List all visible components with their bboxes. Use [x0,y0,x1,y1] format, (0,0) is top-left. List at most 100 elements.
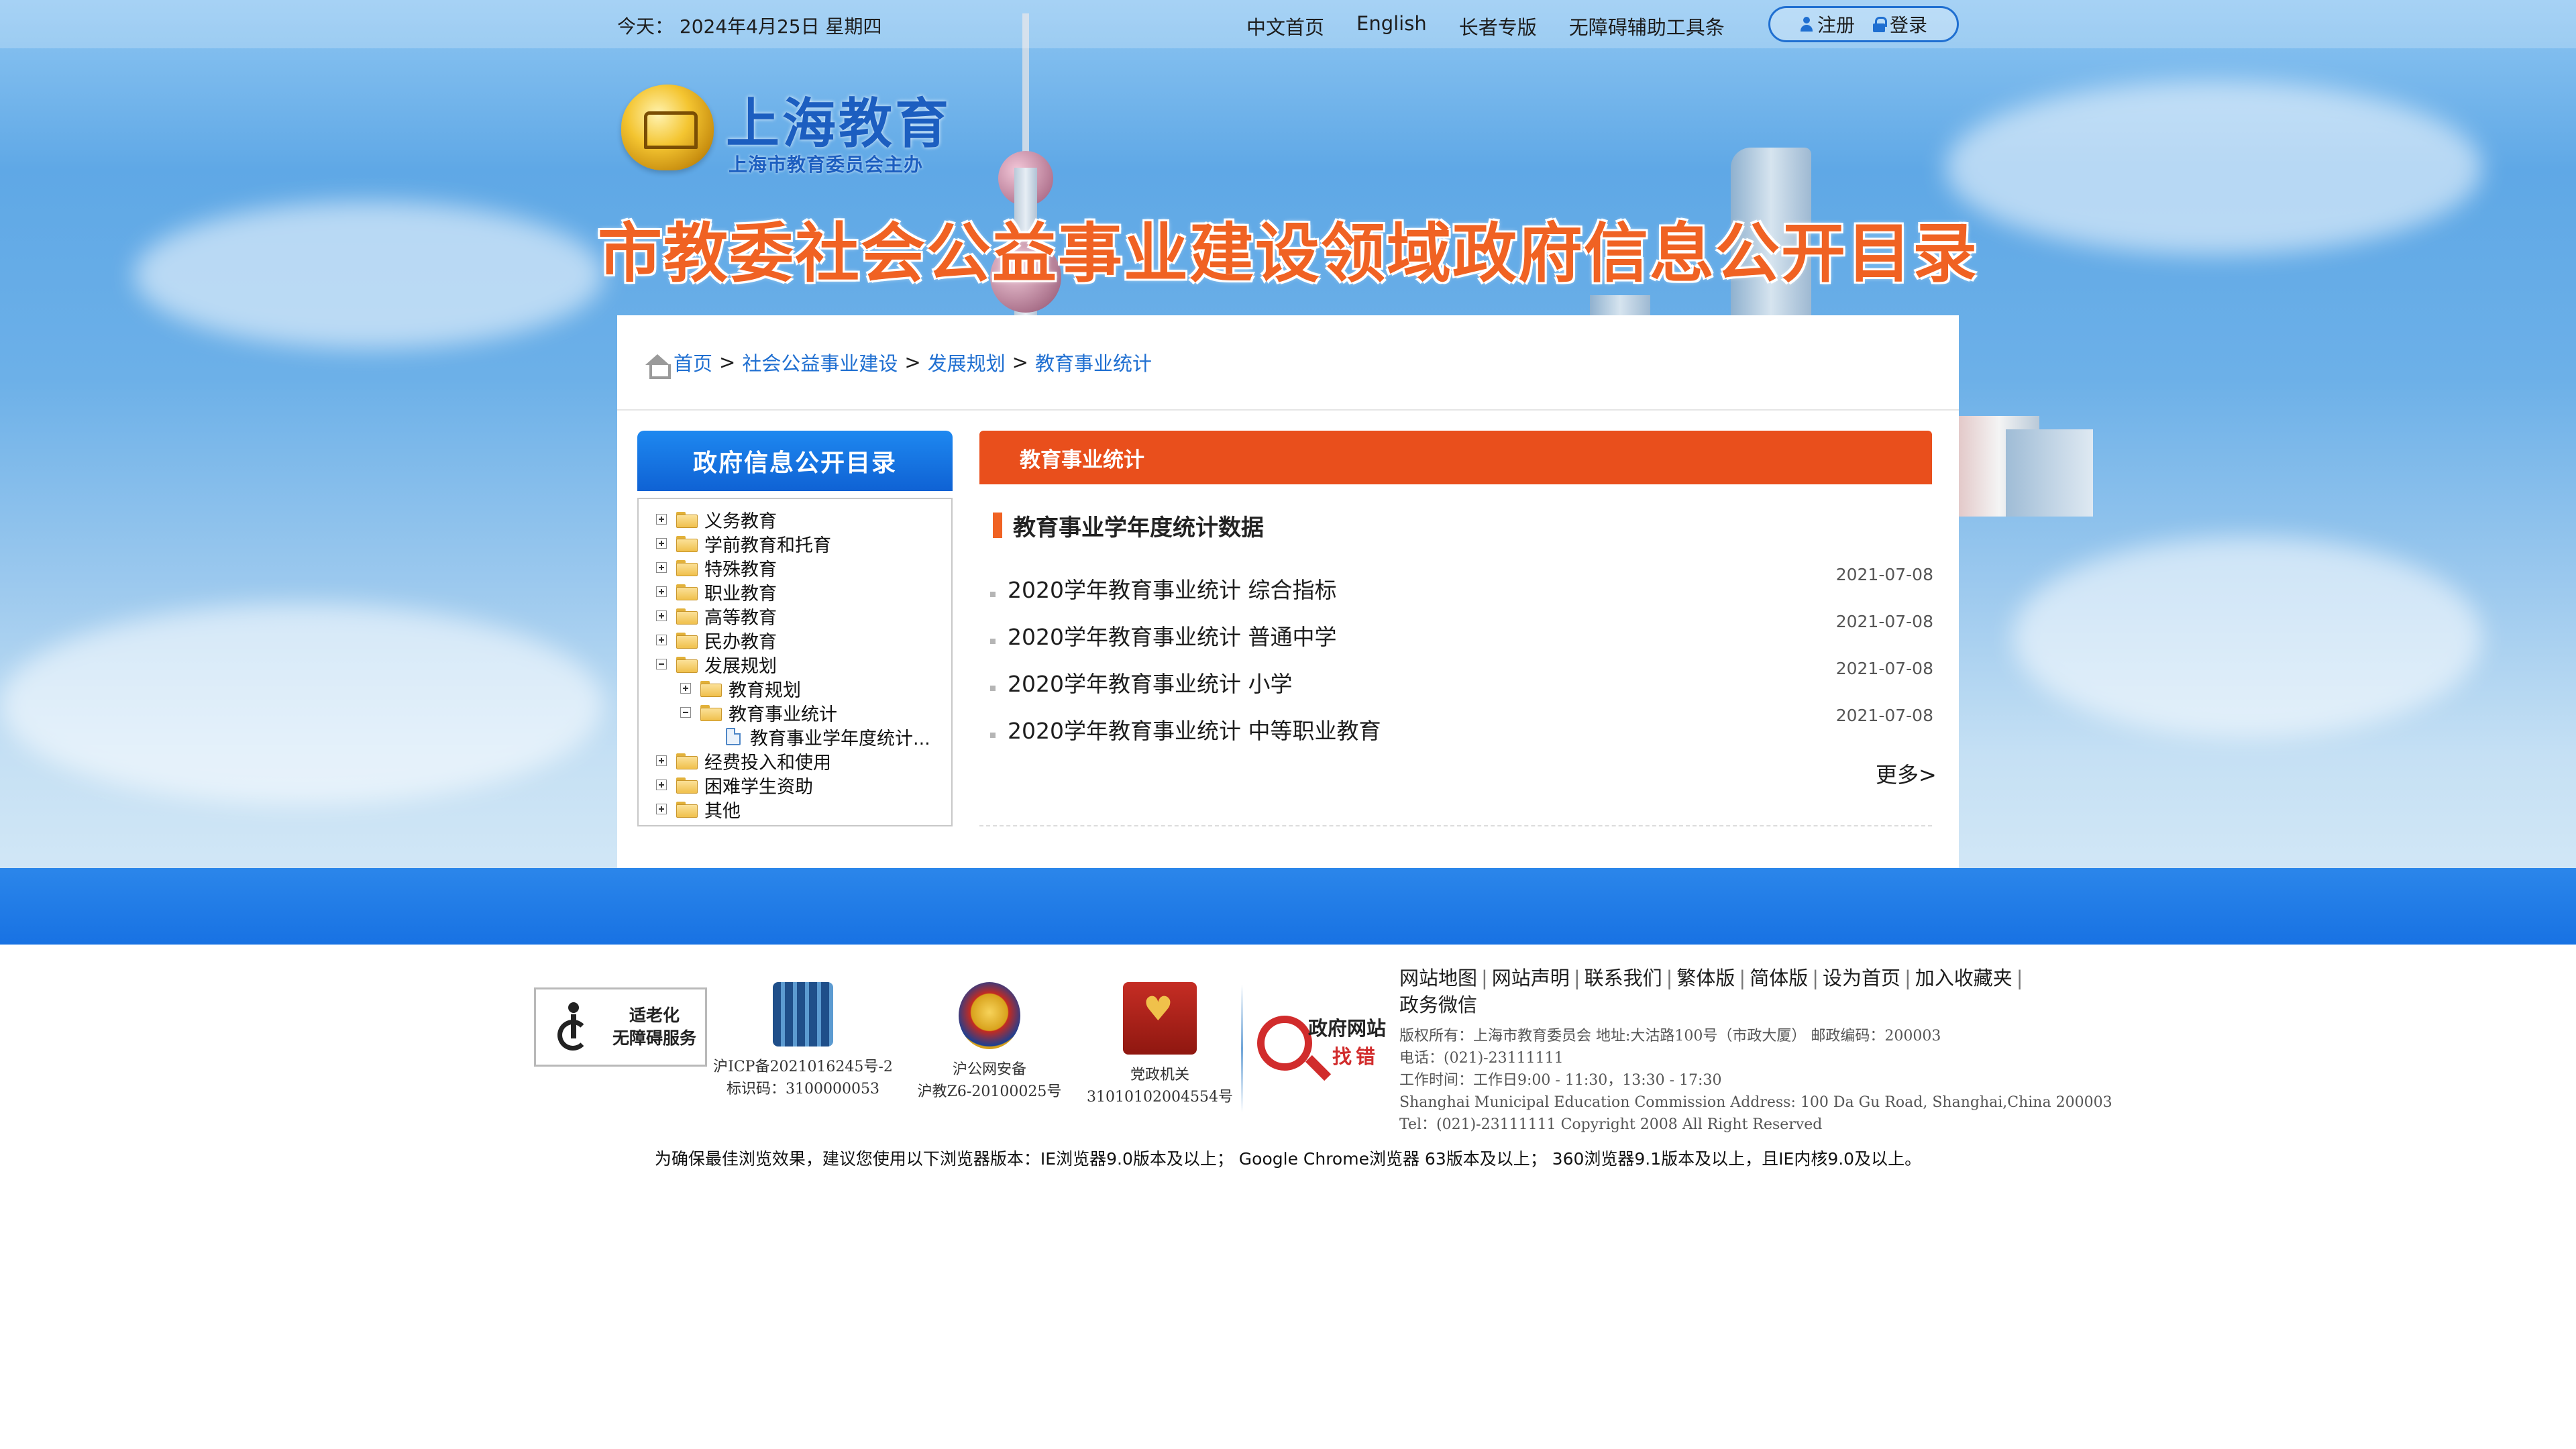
folder-icon [676,560,698,576]
police-record[interactable]: 沪公网安备 沪教Z6-20100025号 [892,982,1087,1103]
footer-link-wechat[interactable]: 政务微信 [1399,994,1477,1016]
building [1590,295,1650,315]
gov-site-error-report[interactable]: 政府网站 找错 [1257,1008,1391,1088]
list-item-date: 2021-07-08 [1835,659,1933,678]
folder-icon [676,584,698,600]
tree-item-label: 高等教育 [704,607,777,629]
logo-title[interactable]: 上海教育 [726,80,951,158]
bullet-icon [990,733,996,738]
expand-icon[interactable] [656,635,667,645]
footer-divider [1241,985,1243,1112]
list-item[interactable]: 2020学年教育事业统计 小学 2021-07-08 [990,659,1933,706]
logo-emblem-icon[interactable] [621,85,714,170]
tree-item-label: 职业教育 [704,583,777,604]
tree-item-education-planning[interactable]: 教育规划 [639,676,951,701]
footer-info: 版权所有：上海市教育委员会 地址:大沽路100号（市政大厦） 邮政编码：2000… [1399,1025,2112,1136]
register-link[interactable]: 注册 [1800,11,1855,38]
footer-link-bookmark[interactable]: 加入收藏夹 [1915,967,2012,989]
tree-item-special-education[interactable]: 特殊教育 [639,555,951,580]
footer-hours: 工作时间：工作日9:00 - 11:30，13:30 - 17:30 [1399,1072,1722,1089]
tree-item-higher-education[interactable]: 高等教育 [639,604,951,629]
tree-item-education-statistics[interactable]: 教育事业统计 [639,700,951,725]
breadcrumb-statistics[interactable]: 教育事业统计 [1035,348,1152,376]
breadcrumb-planning[interactable]: 发展规划 [928,348,1006,376]
breadcrumb-home[interactable]: 首页 [674,348,712,376]
footer-link-contact[interactable]: 联系我们 [1585,967,1662,989]
footer-link-sitemap[interactable]: 网站地图 [1399,967,1477,989]
collapse-icon[interactable] [680,707,691,718]
expand-icon[interactable] [680,683,691,694]
bullet-icon [990,592,996,597]
nav-accessibility-toolbar[interactable]: 无障碍辅助工具条 [1569,12,1725,40]
list-item-title[interactable]: 2020学年教育事业统计 中等职业教育 [1008,713,1381,745]
home-icon [644,354,671,379]
current-date: 今天： 2024年4月25日 星期四 [617,15,882,38]
expand-icon[interactable] [656,538,667,549]
police-emblem-icon [959,982,1020,1049]
expand-icon[interactable] [656,755,667,766]
tree-item-label: 经费投入和使用 [704,752,831,773]
folder-icon [676,753,698,769]
expand-icon[interactable] [656,562,667,573]
tree-item-development-planning[interactable]: 发展规划 [639,652,951,677]
party-line1: 党政机关 [1130,1067,1189,1083]
list-item-title[interactable]: 2020学年教育事业统计 综合指标 [1008,572,1336,604]
nav-english[interactable]: English [1356,12,1427,40]
tree-item-other[interactable]: 其他 [639,797,951,822]
footer: 适老化 无障碍服务 沪ICP备2021016245号-2 标识码：3100000… [0,945,2576,1449]
list-item[interactable]: 2020学年教育事业统计 中等职业教育 2021-07-08 [990,706,1933,753]
auth-group: 注册 登录 [1768,6,1959,42]
expand-icon[interactable] [656,586,667,597]
footer-tel-en: Tel：(021)-23111111 Copyright 2008 All Ri… [1399,1116,1823,1133]
breadcrumb-separator: > [904,351,921,374]
expand-icon[interactable] [656,804,667,814]
tree-item-vocational[interactable]: 职业教育 [639,580,951,604]
police-line2: 沪教Z6-20100025号 [917,1083,1062,1100]
more-link[interactable]: 更多> [1876,758,1937,789]
list-item-title[interactable]: 2020学年教育事业统计 小学 [1008,666,1292,698]
tree-item-compulsory-education[interactable]: 义务教育 [639,507,951,532]
bullet-icon [990,686,996,691]
browser-note: 为确保最佳浏览效果，建议您使用以下浏览器版本：IE浏览器9.0版本及以上； Go… [654,1149,1922,1169]
tree-item-label: 教育规划 [729,680,801,701]
expand-icon[interactable] [656,514,667,525]
content-header: 教育事业统计 [979,431,1932,484]
nav-chinese-home[interactable]: 中文首页 [1246,12,1324,40]
divider [979,825,1932,826]
footer-link-set-home[interactable]: 设为首页 [1823,967,1900,989]
nav-elderly-version[interactable]: 长者专版 [1459,12,1537,40]
footer-link-statement[interactable]: 网站声明 [1492,967,1570,989]
tree-item-label: 困难学生资助 [704,776,813,798]
breadcrumb-public-welfare[interactable]: 社会公益事业建设 [742,348,898,376]
main-panel: 首页 > 社会公益事业建设 > 发展规划 > 教育事业统计 政府信息公开目录 义… [617,315,1959,869]
collapse-icon[interactable] [656,659,667,669]
icp-line2: 标识码：3100000053 [727,1081,879,1097]
expand-icon[interactable] [656,780,667,790]
party-gov-record[interactable]: 党政机关 31010102004554号 [1063,982,1257,1108]
login-link[interactable]: 登录 [1872,11,1927,38]
sidebar-tree: 义务教育 学前教育和托育 特殊教育 职业教育 高等教育 民办教育 发展规划 教育… [637,498,953,826]
document-icon [726,728,741,745]
tree-item-label: 其他 [704,800,741,822]
tree-item-preschool[interactable]: 学前教育和托育 [639,531,951,556]
police-line1: 沪公网安备 [952,1061,1026,1078]
sidebar-header: 政府信息公开目录 [637,431,953,491]
icp-record[interactable]: 沪ICP备2021016245号-2 标识码：3100000053 [712,982,894,1100]
cloud [2012,537,2482,738]
tree-item-student-aid[interactable]: 困难学生资助 [639,773,951,798]
accessibility-line2: 无障碍服务 [612,1028,697,1048]
footer-copyright: 版权所有：上海市教育委员会 地址:大沽路100号（市政大厦） 邮政编码：2000… [1399,1028,1941,1044]
tree-item-funding[interactable]: 经费投入和使用 [639,749,951,773]
tree-item-private-education[interactable]: 民办教育 [639,628,951,653]
expand-icon[interactable] [656,610,667,621]
accessibility-service-button[interactable]: 适老化 无障碍服务 [534,987,707,1067]
footer-link-traditional[interactable]: 繁体版 [1676,967,1735,989]
list-item[interactable]: 2020学年教育事业统计 综合指标 2021-07-08 [990,565,1933,612]
list-item[interactable]: 2020学年教育事业统计 普通中学 2021-07-08 [990,612,1933,659]
tree-item-label: 教育事业学年度统计... [750,728,930,749]
tree-item-label: 学前教育和托育 [704,535,831,556]
footer-link-simplified[interactable]: 简体版 [1750,967,1808,989]
list-item-title[interactable]: 2020学年教育事业统计 普通中学 [1008,619,1336,651]
icp-icon [773,982,833,1046]
tree-item-annual-statistics[interactable]: 教育事业学年度统计... [639,724,951,749]
